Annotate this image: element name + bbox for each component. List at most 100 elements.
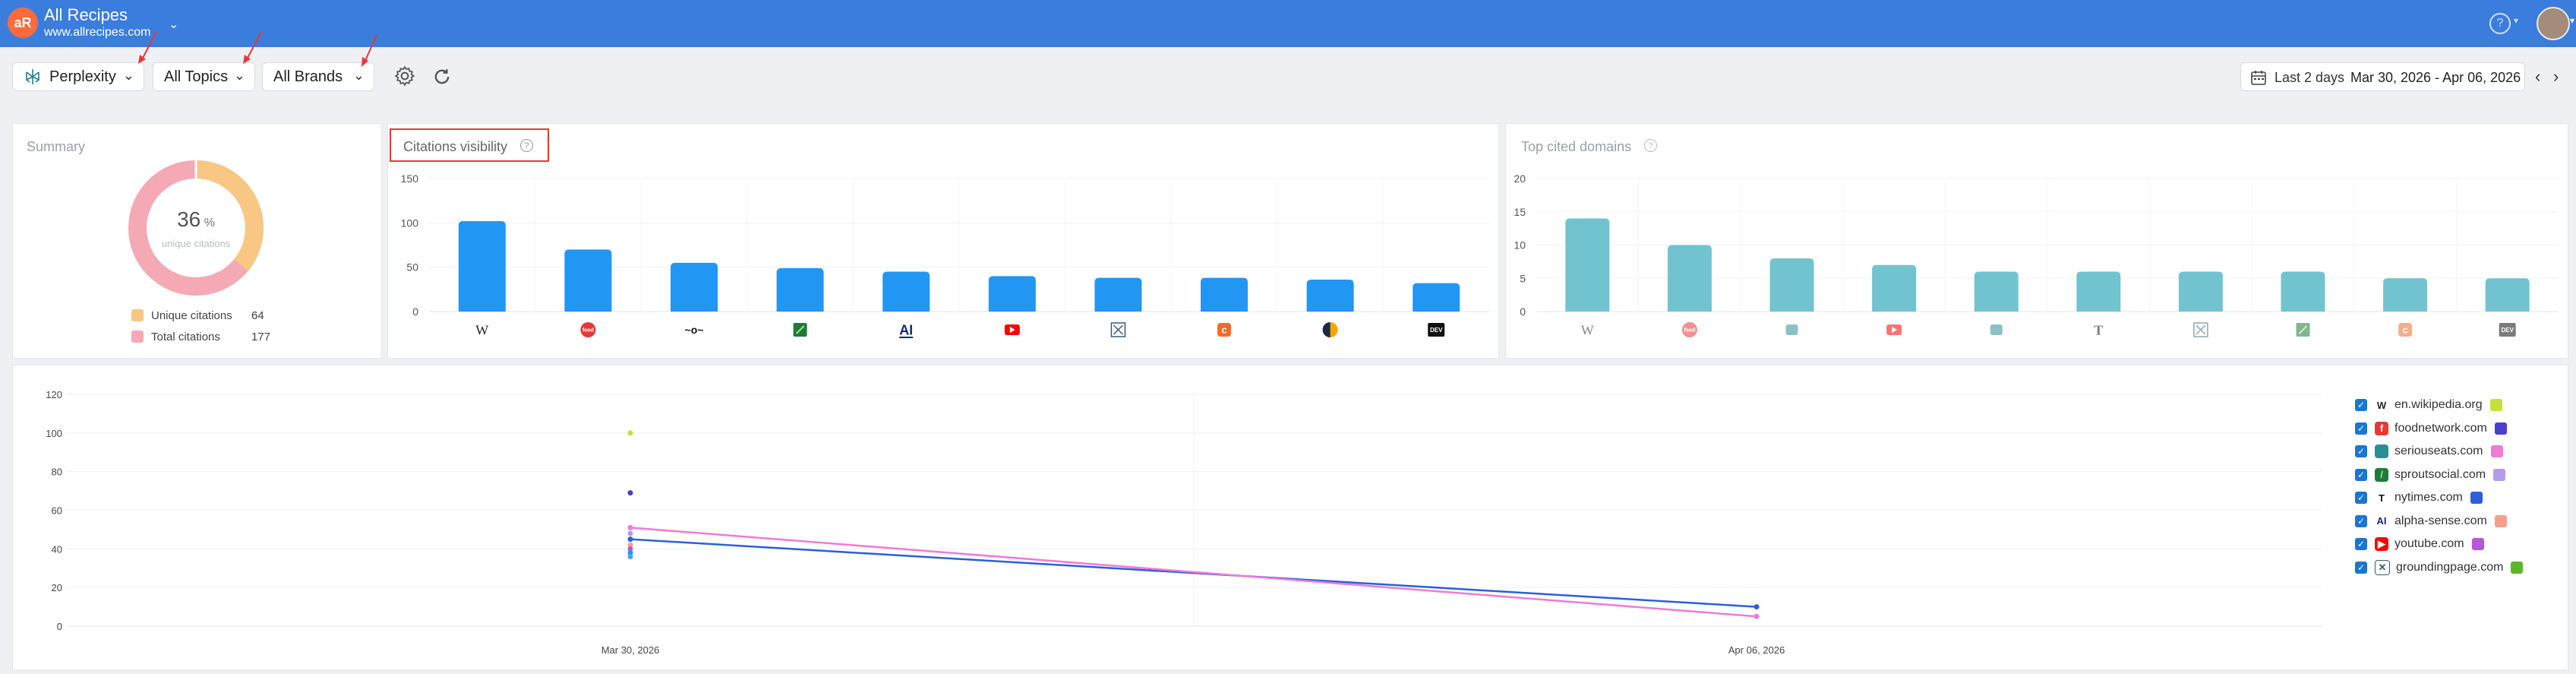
y-tick-label: 120: [46, 389, 62, 400]
seriouseats-icon: [2375, 445, 2388, 458]
donut-percent-unit: %: [204, 217, 215, 229]
donut-percent: 36: [177, 207, 201, 231]
bar[interactable]: [2178, 271, 2223, 312]
legend-checkbox[interactable]: ✓: [2355, 399, 2367, 411]
bar[interactable]: [1201, 277, 1248, 312]
app-title[interactable]: All Recipes: [44, 5, 128, 25]
legend-label: nytimes.com: [2394, 491, 2463, 504]
bar[interactable]: [1413, 283, 1460, 312]
y-tick-label: 0: [57, 621, 62, 632]
slice-icon: [1322, 322, 1338, 337]
legend-item[interactable]: ✓ f foodnetwork.com: [2355, 419, 2507, 438]
legend-checkbox[interactable]: ✓: [2355, 538, 2367, 550]
y-tick-label: 20: [1514, 172, 1526, 185]
bar[interactable]: [564, 249, 612, 312]
summary-title: Summary: [27, 139, 86, 154]
legend-checkbox[interactable]: ✓: [2355, 445, 2367, 457]
refresh-icon[interactable]: [431, 66, 453, 87]
avatar[interactable]: [2537, 7, 2570, 40]
date-next-icon[interactable]: ›: [2553, 67, 2559, 87]
app-switcher-chevron-icon[interactable]: ⌄: [169, 17, 178, 32]
bar[interactable]: [671, 262, 718, 312]
bar[interactable]: [1094, 277, 1142, 312]
legend-item[interactable]: ✓ / sproutsocial.com: [2355, 466, 2506, 484]
engine-select[interactable]: Perplexity ⌄: [12, 62, 144, 91]
bar[interactable]: [1769, 258, 1814, 312]
legend-checkbox[interactable]: ✓: [2355, 422, 2367, 435]
bar[interactable]: [2281, 271, 2325, 312]
legend-color-swatch: [2511, 561, 2524, 574]
bar[interactable]: [776, 267, 824, 312]
annotation-arrow: [138, 31, 157, 64]
bar[interactable]: [1667, 245, 1712, 312]
bar[interactable]: [2485, 278, 2530, 312]
bar[interactable]: [2076, 271, 2121, 312]
legend-item[interactable]: ✓ ✕ groundingpage.com: [2355, 559, 2524, 577]
total-label: Total citations: [151, 331, 220, 343]
data-point[interactable]: [1754, 613, 1760, 619]
legend-item[interactable]: ✓ ▶ youtube.com: [2355, 535, 2484, 553]
bar[interactable]: [1974, 271, 2019, 312]
chevron-down-icon: ⌄: [122, 68, 134, 83]
info-icon[interactable]: ?: [1644, 139, 1657, 152]
bar[interactable]: [882, 271, 930, 312]
bar[interactable]: [1872, 264, 1917, 312]
summary-card: Summary 36 % unique citations Unique cit…: [12, 123, 382, 359]
date-prev-icon[interactable]: ‹: [2535, 67, 2540, 87]
y-tick-label: 0: [412, 305, 418, 318]
data-point[interactable]: [627, 530, 633, 536]
legend-checkbox[interactable]: ✓: [2355, 492, 2367, 504]
perplexity-icon: [26, 69, 39, 84]
y-tick-label: 100: [46, 428, 62, 439]
legend-color-swatch: [2494, 422, 2507, 435]
topics-select[interactable]: All Topics ⌄: [153, 62, 255, 91]
bar[interactable]: [1306, 280, 1354, 312]
data-point[interactable]: [1754, 604, 1760, 610]
wikipedia-icon: W: [2376, 399, 2387, 411]
dev-icon: DEV: [2499, 323, 2516, 337]
bar[interactable]: [1565, 218, 1610, 312]
y-tick-label: 150: [401, 172, 419, 185]
svg-text:W: W: [475, 322, 488, 337]
legend-checkbox[interactable]: ✓: [2355, 514, 2367, 527]
svg-text:T: T: [2094, 322, 2103, 337]
alphasense-icon: AI: [899, 322, 914, 338]
legend-item[interactable]: ✓ Wen.wikipedia.org: [2355, 396, 2502, 414]
legend-item[interactable]: ✓ AI alpha-sense.com: [2355, 512, 2507, 530]
data-point[interactable]: [627, 490, 633, 496]
gear-icon[interactable]: [393, 65, 416, 87]
alphasense-icon: AI: [2376, 515, 2387, 527]
legend-label: groundingpage.com: [2396, 560, 2504, 574]
bar[interactable]: [458, 221, 506, 312]
help-caret-icon[interactable]: ▾: [2514, 15, 2518, 26]
legend-checkbox[interactable]: ✓: [2355, 468, 2367, 481]
date-preset-label: Last 2 days: [2275, 70, 2345, 85]
y-tick-label: 0: [1520, 305, 1526, 318]
unique-value: 64: [251, 309, 264, 322]
legend-checkbox[interactable]: ✓: [2355, 561, 2367, 574]
bar[interactable]: [2383, 278, 2428, 312]
y-tick-label: 50: [406, 261, 418, 274]
info-icon[interactable]: ?: [520, 139, 533, 152]
app-logo[interactable]: aR: [8, 8, 38, 38]
data-point[interactable]: [627, 554, 633, 559]
legend-item[interactable]: ✓ Tnytimes.com: [2355, 489, 2483, 507]
app-url[interactable]: www.allrecipes.com: [44, 26, 150, 40]
unique-swatch: [131, 309, 144, 321]
chevron-down-icon: ⌄: [352, 68, 365, 83]
sproutsocial-icon: [793, 323, 807, 337]
svg-text:c: c: [2402, 324, 2407, 336]
data-point[interactable]: [627, 430, 633, 436]
top-cited-domains-chart: 0 5 10 15 20 W food Tc DEV: [1514, 172, 2559, 337]
svg-text:W: W: [1581, 322, 1594, 337]
legend-item[interactable]: ✓ seriouseats.com: [2355, 442, 2503, 460]
data-point[interactable]: [627, 524, 633, 530]
data-point[interactable]: [627, 536, 633, 543]
nytimes-icon: T: [2379, 492, 2385, 504]
avatar-caret-icon[interactable]: ▾: [2570, 15, 2574, 26]
date-range-picker[interactable]: Last 2 days Mar 30, 2026 - Apr 06, 2026: [2240, 62, 2525, 91]
help-icon[interactable]: ?: [2489, 13, 2511, 34]
foodnetwork-icon: food: [580, 322, 596, 337]
calendar-icon: [2251, 71, 2266, 85]
bar[interactable]: [988, 276, 1036, 312]
